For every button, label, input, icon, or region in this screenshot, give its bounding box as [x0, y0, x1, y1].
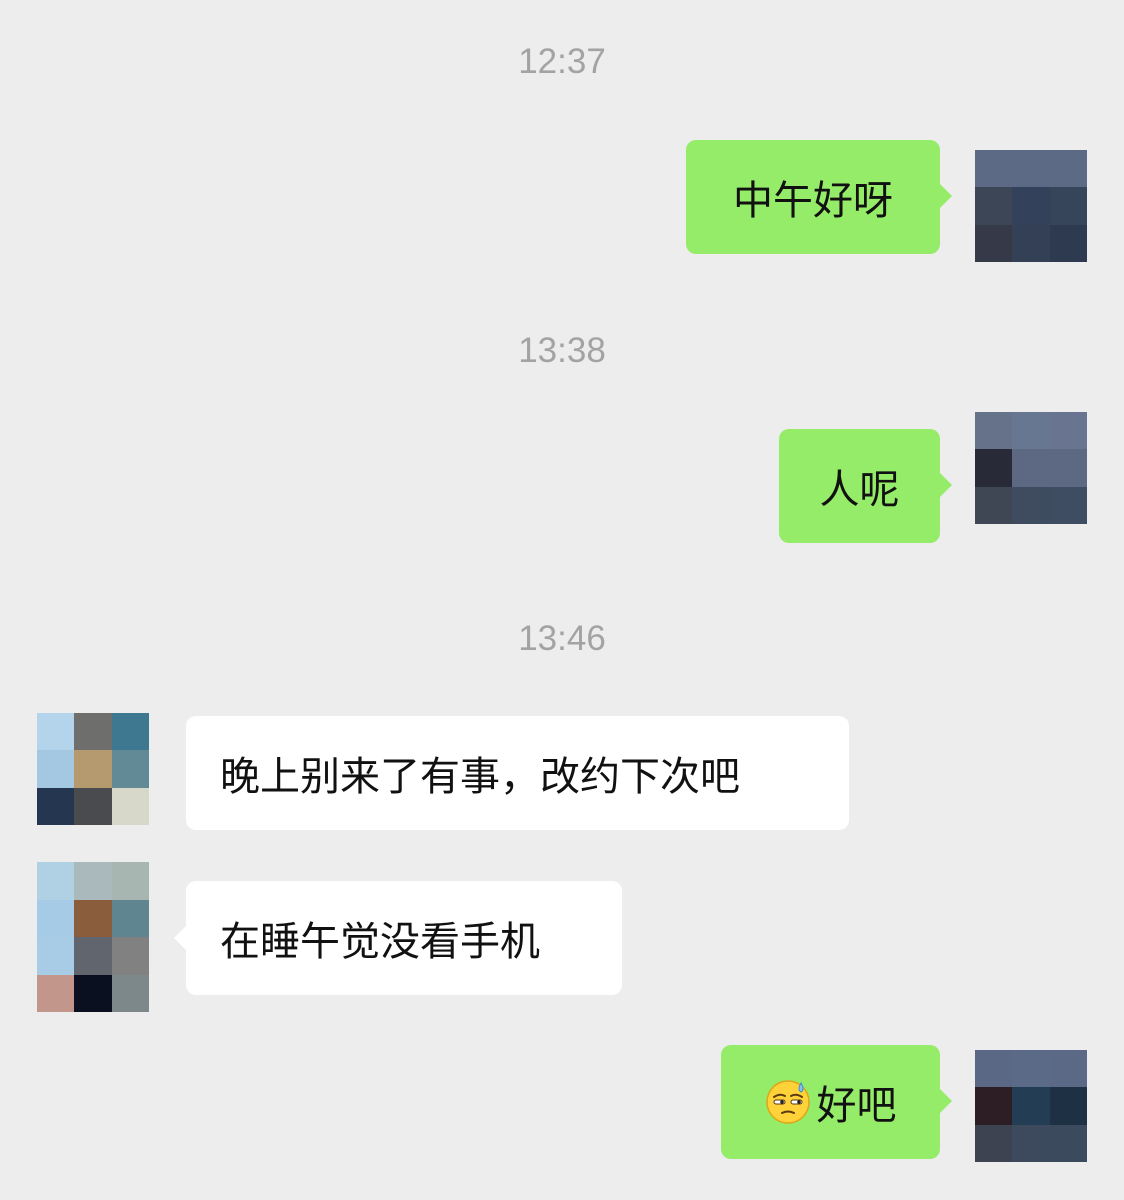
- message-bubble-sent[interactable]: 人呢: [779, 429, 952, 543]
- message-bubble-sent[interactable]: 中午好呀: [686, 140, 952, 254]
- my-avatar[interactable]: [975, 412, 1087, 524]
- my-avatar[interactable]: [975, 150, 1087, 262]
- timestamp: 13:38: [518, 331, 606, 370]
- message-text: 中午好呀: [733, 178, 893, 224]
- timestamp: 12:37: [518, 42, 606, 81]
- contact-avatar[interactable]: [37, 713, 149, 825]
- timestamp: 13:46: [518, 619, 606, 658]
- message-text: 在睡午觉没看手机: [220, 919, 540, 965]
- message-text: 好吧: [816, 1083, 897, 1129]
- message-bubble-received[interactable]: 晚上别来了有事，改约下次吧: [186, 716, 849, 830]
- message-bubble-received[interactable]: 在睡午觉没看手机: [174, 881, 622, 995]
- my-avatar[interactable]: [975, 1050, 1087, 1162]
- message-text: 人呢: [819, 467, 900, 513]
- sweat-face-emoji: [765, 1080, 810, 1124]
- contact-avatar[interactable]: [37, 862, 149, 1012]
- message-bubble-sent[interactable]: 好吧: [721, 1045, 952, 1159]
- message-text: 晚上别来了有事，改约下次吧: [220, 754, 740, 800]
